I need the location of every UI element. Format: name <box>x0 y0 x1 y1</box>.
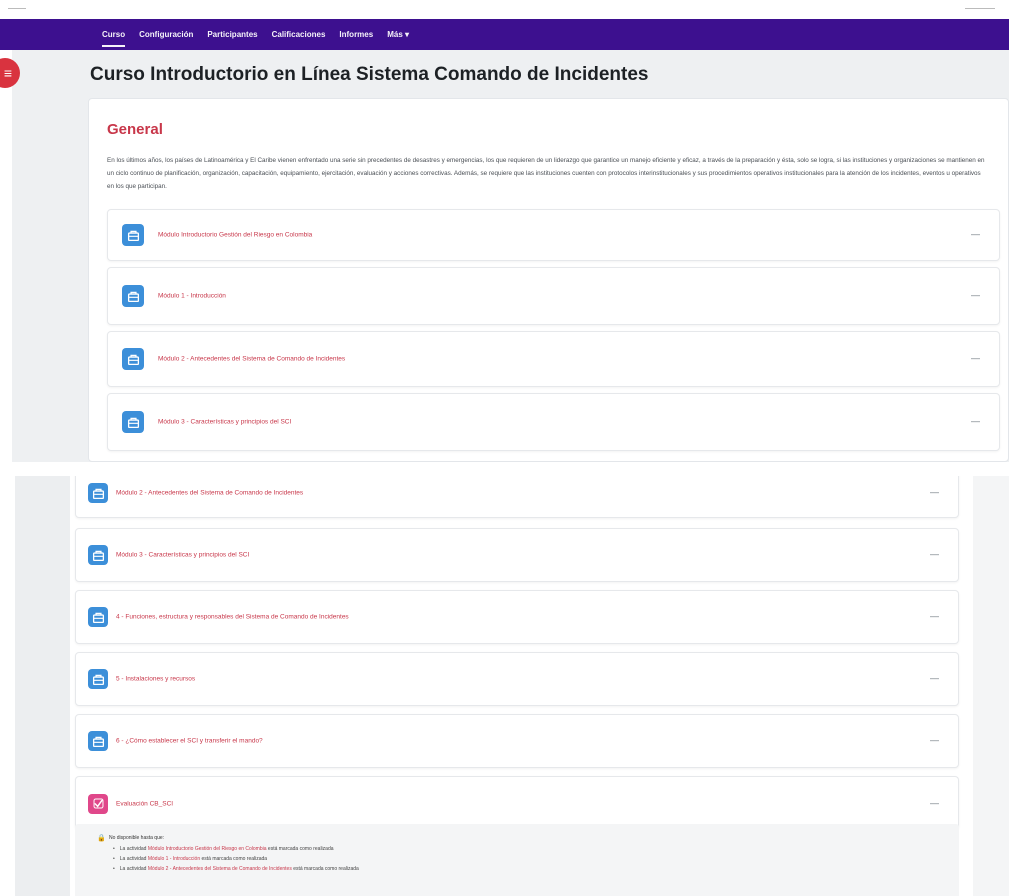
section-title: General <box>107 121 163 138</box>
restriction-suffix: está marcada como realizada <box>291 866 359 872</box>
activity-link[interactable]: Módulo 1 - Introducción <box>158 293 226 300</box>
page-title: Curso Introductorio en Línea Sistema Com… <box>90 64 649 85</box>
availability-restriction: 🔒 No disponible hasta que: La actividad … <box>75 824 959 896</box>
activity-item[interactable]: 5 - Instalaciones y recursos — <box>75 652 959 706</box>
module-icon <box>122 285 144 307</box>
nav-item-mas[interactable]: Más ▾ <box>387 19 409 50</box>
more-options-icon[interactable]: — <box>930 549 939 559</box>
module-icon <box>122 348 144 370</box>
nav-item-informes[interactable]: Informes <box>339 19 373 50</box>
restriction-item: La actividad Módulo Introductorio Gestió… <box>113 844 359 854</box>
activity-item[interactable]: 6 - ¿Cómo establecer el SCI y transferir… <box>75 714 959 768</box>
restriction-item: La actividad Módulo 1 - Introducción est… <box>113 854 359 864</box>
module-icon <box>122 224 144 246</box>
left-gutter <box>0 476 15 896</box>
restriction-activity-link[interactable]: Módulo 1 - Introducción <box>148 856 200 862</box>
more-options-icon[interactable]: — <box>971 229 980 239</box>
activity-item[interactable]: Evaluación CB_SCI — <box>75 776 959 830</box>
module-icon <box>88 483 108 503</box>
nav-item-configuracion[interactable]: Configuración <box>139 19 193 50</box>
more-options-icon[interactable]: — <box>930 673 939 683</box>
restriction-activity-link[interactable]: Módulo 2 - Antecedentes del Sistema de C… <box>148 866 292 872</box>
browser-strip <box>0 0 1009 19</box>
left-gutter <box>0 50 12 462</box>
activity-item[interactable]: Módulo Introductorio Gestión del Riesgo … <box>107 209 1000 261</box>
module-icon <box>88 607 108 627</box>
activity-link[interactable]: Evaluación CB_SCI <box>116 800 173 807</box>
restriction-heading: No disponible hasta que: <box>109 835 165 841</box>
restriction-item: La actividad Módulo 2 - Antecedentes del… <box>113 864 359 874</box>
nav-item-participantes[interactable]: Participantes <box>207 19 257 50</box>
section-summary: En los últimos años, los países de Latin… <box>107 157 985 190</box>
lock-icon: 🔒 <box>97 835 106 842</box>
restriction-prefix: La actividad <box>119 866 148 872</box>
nav-item-calificaciones[interactable]: Calificaciones <box>272 19 326 50</box>
activity-item[interactable]: Módulo 3 - Características y principios … <box>107 393 1000 451</box>
restriction-suffix: está marcada como realizada <box>266 846 334 852</box>
more-options-icon[interactable]: — <box>930 487 939 497</box>
top-screenshot: Curso Configuración Participantes Califi… <box>0 0 1009 462</box>
restriction-activity-link[interactable]: Módulo Introductorio Gestión del Riesgo … <box>148 846 267 852</box>
right-gutter <box>973 476 1009 896</box>
drawer-toggle-icon[interactable]: ≡ <box>0 58 20 88</box>
activity-link[interactable]: 4 - Funciones, estructura y responsables… <box>116 614 349 621</box>
restriction-list: La actividad Módulo Introductorio Gestió… <box>113 844 359 874</box>
chevron-down-icon: ▾ <box>405 30 410 39</box>
more-options-icon[interactable]: — <box>971 416 980 426</box>
activity-item[interactable]: Módulo 1 - Introducción — <box>107 267 1000 325</box>
activity-item[interactable]: Módulo 2 - Antecedentes del Sistema de C… <box>75 476 959 518</box>
nav-item-curso[interactable]: Curso <box>102 19 126 50</box>
restriction-prefix: La actividad <box>119 846 148 852</box>
nav-item-mas-label: Más <box>387 30 403 39</box>
activity-link[interactable]: 6 - ¿Cómo establecer el SCI y transferir… <box>116 738 263 745</box>
activity-item[interactable]: Módulo 3 - Características y principios … <box>75 528 959 582</box>
activity-item[interactable]: 4 - Funciones, estructura y responsables… <box>75 590 959 644</box>
activity-link[interactable]: Módulo 3 - Características y principios … <box>116 552 249 559</box>
bottom-screenshot: Módulo 2 - Antecedentes del Sistema de C… <box>0 476 1009 896</box>
more-options-icon[interactable]: — <box>930 611 939 621</box>
more-options-icon[interactable]: — <box>930 798 939 808</box>
module-icon <box>88 731 108 751</box>
activity-link[interactable]: Módulo 3 - Características y principios … <box>158 419 291 426</box>
restriction-suffix: está marcada como realizada <box>200 856 268 862</box>
activity-link[interactable]: 5 - Instalaciones y recursos <box>116 676 195 683</box>
secondary-navigation: Curso Configuración Participantes Califi… <box>0 19 1009 50</box>
module-icon <box>122 411 144 433</box>
more-options-icon[interactable]: — <box>971 353 980 363</box>
course-section-card: General En los últimos años, los países … <box>88 98 1009 462</box>
more-options-icon[interactable]: — <box>971 290 980 300</box>
divider <box>8 8 26 9</box>
activity-link[interactable]: Módulo 2 - Antecedentes del Sistema de C… <box>116 490 303 497</box>
activity-item[interactable]: Módulo 2 - Antecedentes del Sistema de C… <box>107 331 1000 387</box>
course-section-card: Módulo 2 - Antecedentes del Sistema de C… <box>70 476 973 896</box>
activity-link[interactable]: Módulo 2 - Antecedentes del Sistema de C… <box>158 356 345 363</box>
module-icon <box>88 669 108 689</box>
divider <box>965 8 995 9</box>
more-options-icon[interactable]: — <box>930 735 939 745</box>
module-icon <box>88 545 108 565</box>
restriction-prefix: La actividad <box>119 856 148 862</box>
activity-link[interactable]: Módulo Introductorio Gestión del Riesgo … <box>158 232 312 239</box>
quiz-icon <box>88 793 108 814</box>
